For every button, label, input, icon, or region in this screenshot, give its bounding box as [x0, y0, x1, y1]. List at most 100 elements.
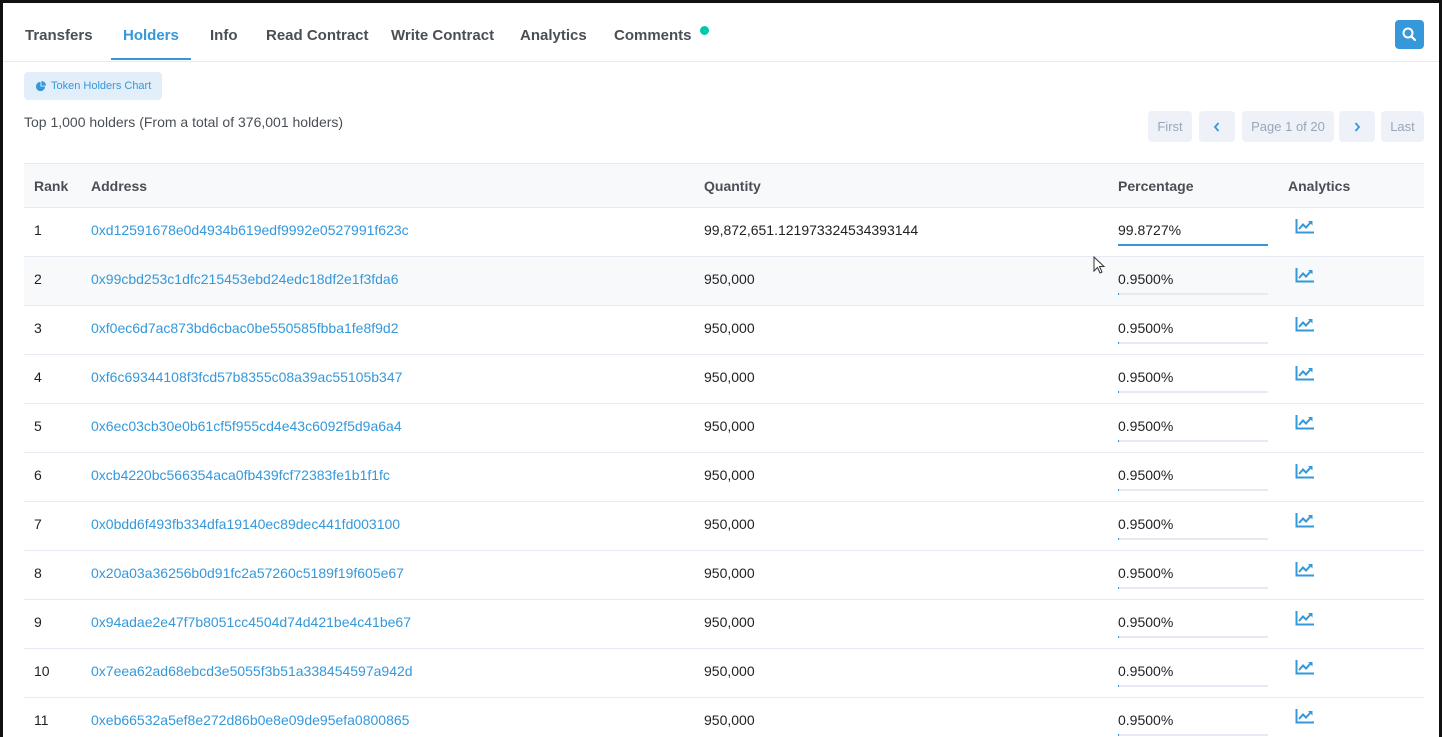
analytics-button[interactable]: [1295, 561, 1315, 577]
rank-cell: 7: [34, 516, 42, 532]
search-icon: [1402, 27, 1417, 42]
tab-read-contract[interactable]: Read Contract: [266, 27, 369, 44]
comments-indicator-dot: [700, 26, 709, 35]
percentage-cell: 99.8727%: [1118, 222, 1182, 238]
percentage-bar: [1118, 734, 1268, 736]
holder-address-link[interactable]: 0xf0ec6d7ac873bd6cbac0be550585fbba1fe8f9…: [91, 320, 399, 336]
holder-address-link[interactable]: 0xcb4220bc566354aca0fb439fcf72383fe1b1f1…: [91, 467, 390, 483]
holders-table: Rank Address Quantity Percentage Analyti…: [24, 163, 1424, 737]
quantity-cell: 950,000: [704, 418, 755, 434]
holder-address-link[interactable]: 0x20a03a36256b0d91fc2a57260c5189f19f605e…: [91, 565, 404, 581]
tab-transfers[interactable]: Transfers: [25, 27, 93, 44]
trend-chart-icon: [1295, 317, 1314, 332]
percentage-cell: 0.9500%: [1118, 467, 1174, 483]
rank-cell: 8: [34, 565, 42, 581]
tab-analytics[interactable]: Analytics: [520, 27, 587, 44]
quantity-cell: 950,000: [704, 467, 755, 483]
analytics-button[interactable]: [1295, 218, 1315, 234]
holders-summary: Top 1,000 holders (From a total of 376,0…: [24, 114, 344, 130]
tab-bar: Transfers Holders Info Read Contract Wri…: [3, 3, 1439, 62]
rank-cell: 9: [34, 614, 42, 630]
analytics-button[interactable]: [1295, 267, 1315, 283]
percentage-bar: [1118, 587, 1268, 589]
percentage-bar-fill: [1118, 734, 1120, 736]
analytics-button[interactable]: [1295, 659, 1315, 675]
trend-chart-icon: [1295, 268, 1314, 283]
header-percentage: Percentage: [1118, 178, 1194, 194]
table-row: 10 0x7eea62ad68ebcd3e5055f3b51a338454597a…: [24, 649, 1424, 698]
percentage-cell: 0.9500%: [1118, 369, 1174, 385]
quantity-cell: 950,000: [704, 271, 755, 287]
table-row: 8 0x20a03a36256b0d91fc2a57260c5189f19f605…: [24, 551, 1424, 600]
holder-address-link[interactable]: 0xeb66532a5ef8e272d86b0e8e09de95efa08008…: [91, 712, 409, 728]
rank-cell: 11: [34, 712, 49, 728]
token-holders-chart-button[interactable]: Token Holders Chart: [24, 72, 162, 100]
prev-page-button[interactable]: [1199, 111, 1235, 142]
holder-address-link[interactable]: 0x99cbd253c1dfc215453ebd24edc18df2e1f3fd…: [91, 271, 399, 287]
percentage-cell: 0.9500%: [1118, 712, 1174, 728]
holder-address-link[interactable]: 0x6ec03cb30e0b61cf5f955cd4e43c6092f5d9a6…: [91, 418, 402, 434]
holder-address-link[interactable]: 0xf6c69344108f3fcd57b8355c08a39ac55105b3…: [91, 369, 402, 385]
percentage-bar: [1118, 685, 1268, 687]
trend-chart-icon: [1295, 219, 1314, 234]
header-analytics: Analytics: [1288, 178, 1351, 194]
table-row: 11 0xeb66532a5ef8e272d86b0e8e09de95efa080…: [24, 698, 1424, 737]
last-page-button[interactable]: Last: [1381, 111, 1424, 142]
tab-comments[interactable]: Comments: [614, 27, 692, 44]
header-quantity: Quantity: [704, 178, 761, 194]
percentage-bar-fill: [1118, 391, 1120, 393]
rank-cell: 6: [34, 467, 42, 483]
quantity-cell: 950,000: [704, 320, 755, 336]
percentage-bar: [1118, 489, 1268, 491]
table-row: 2 0x99cbd253c1dfc215453ebd24edc18df2e1f3f…: [24, 257, 1424, 306]
analytics-button[interactable]: [1295, 316, 1315, 332]
next-page-button[interactable]: [1339, 111, 1375, 142]
analytics-button[interactable]: [1295, 610, 1315, 626]
chevron-right-icon: [1354, 121, 1361, 132]
rank-cell: 4: [34, 369, 42, 385]
first-page-button[interactable]: First: [1148, 111, 1192, 142]
percentage-bar-fill: [1118, 489, 1120, 491]
chevron-left-icon: [1213, 121, 1220, 132]
table-row: 3 0xf0ec6d7ac873bd6cbac0be550585fbba1fe8f…: [24, 306, 1424, 355]
holder-address-link[interactable]: 0xd12591678e0d4934b619edf9992e0527991f62…: [91, 222, 409, 238]
rank-cell: 1: [34, 222, 42, 238]
analytics-button[interactable]: [1295, 463, 1315, 479]
tab-info[interactable]: Info: [210, 27, 238, 44]
trend-chart-icon: [1295, 660, 1314, 675]
tab-write-contract[interactable]: Write Contract: [391, 27, 494, 44]
pie-chart-icon: [35, 80, 46, 91]
holder-address-link[interactable]: 0x7eea62ad68ebcd3e5055f3b51a338454597a94…: [91, 663, 413, 679]
analytics-button[interactable]: [1295, 365, 1315, 381]
table-header: Rank Address Quantity Percentage Analyti…: [24, 164, 1424, 208]
analytics-button[interactable]: [1295, 414, 1315, 430]
percentage-bar: [1118, 538, 1268, 540]
analytics-button[interactable]: [1295, 708, 1315, 724]
rank-cell: 2: [34, 271, 42, 287]
trend-chart-icon: [1295, 611, 1314, 626]
quantity-cell: 950,000: [704, 369, 755, 385]
percentage-bar-fill: [1118, 293, 1120, 295]
holder-address-link[interactable]: 0x0bdd6f493fb334dfa19140ec89dec441fd0031…: [91, 516, 400, 532]
header-rank: Rank: [34, 178, 69, 194]
token-holders-chart-label: Token Holders Chart: [51, 80, 152, 92]
page-indicator: Page 1 of 20: [1242, 111, 1334, 142]
trend-chart-icon: [1295, 513, 1314, 528]
percentage-bar-fill: [1118, 244, 1268, 246]
table-row: 9 0x94adae2e47f7b8051cc4504d74d421be4c41b…: [24, 600, 1424, 649]
holder-address-link[interactable]: 0x94adae2e47f7b8051cc4504d74d421be4c41be…: [91, 614, 411, 630]
percentage-bar: [1118, 244, 1268, 246]
percentage-bar: [1118, 391, 1268, 393]
tab-holders[interactable]: Holders: [123, 27, 179, 44]
trend-chart-icon: [1295, 709, 1314, 724]
analytics-button[interactable]: [1295, 512, 1315, 528]
rank-cell: 10: [34, 663, 50, 679]
table-row: 7 0x0bdd6f493fb334dfa19140ec89dec441fd003…: [24, 502, 1424, 551]
quantity-cell: 99,872,651.121973324534393144: [704, 222, 919, 238]
rank-cell: 5: [34, 418, 42, 434]
quantity-cell: 950,000: [704, 712, 755, 728]
percentage-bar-fill: [1118, 342, 1120, 344]
table-body: 1 0xd12591678e0d4934b619edf9992e0527991f6…: [24, 208, 1424, 737]
percentage-bar: [1118, 342, 1268, 344]
search-button[interactable]: [1395, 20, 1424, 49]
